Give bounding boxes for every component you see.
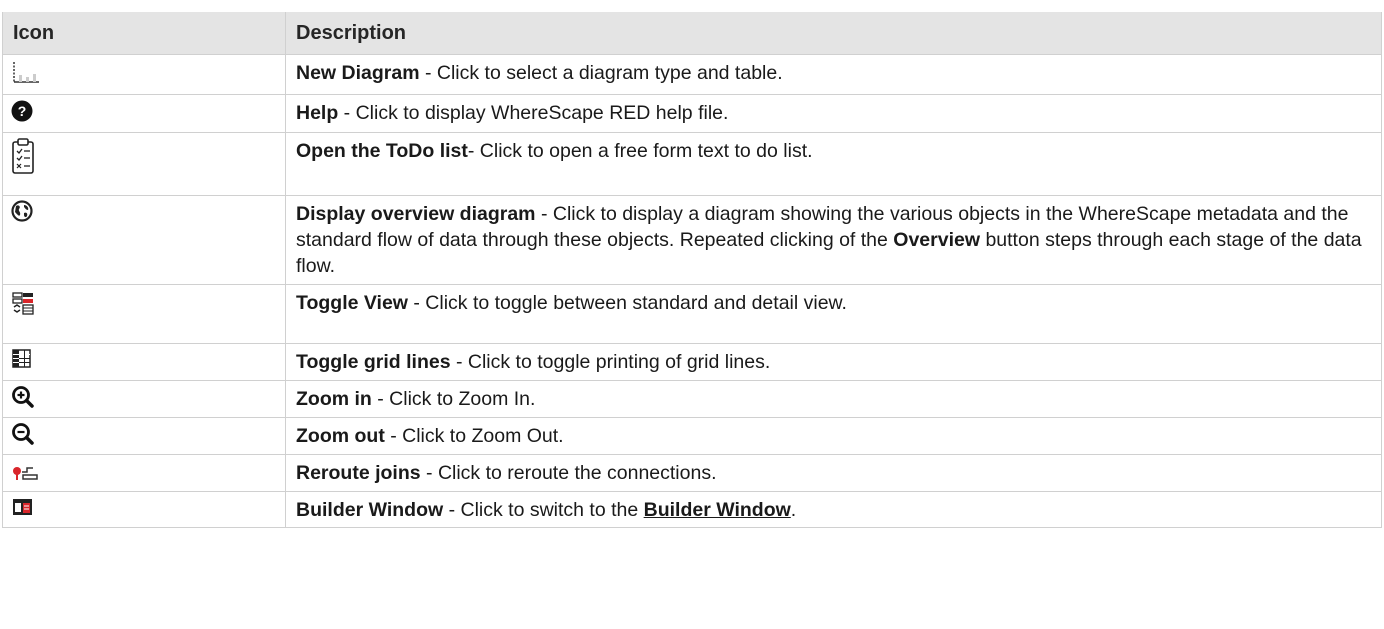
row-text-2: . bbox=[790, 499, 797, 521]
row-title: Help bbox=[296, 102, 339, 124]
row-text: - Click to Zoom In. bbox=[371, 388, 536, 410]
table-row: Reroute joins - Click to reroute the con… bbox=[2, 454, 1382, 492]
grid-lines-icon[interactable] bbox=[11, 348, 33, 370]
row-title: Zoom out bbox=[296, 425, 385, 447]
table-row: Zoom in - Click to Zoom In. bbox=[2, 380, 1382, 418]
globe-icon[interactable] bbox=[11, 200, 35, 224]
row-text: - Click to toggle between standard and d… bbox=[407, 292, 847, 314]
svg-text:?: ? bbox=[18, 103, 27, 119]
row-text: - Click to reroute the connections. bbox=[420, 462, 717, 484]
row-text: - Click to open a free form text to do l… bbox=[467, 140, 813, 162]
table-row: Builder Window - Click to switch to the … bbox=[2, 491, 1382, 528]
table-row: Display overview diagram - Click to disp… bbox=[2, 195, 1382, 285]
zoom-out-icon[interactable] bbox=[11, 422, 35, 446]
row-text: - Click to toggle printing of grid lines… bbox=[450, 351, 771, 373]
help-icon[interactable]: ? bbox=[11, 99, 37, 125]
builder-window-link[interactable]: Builder Window bbox=[644, 499, 791, 521]
table-row: Open the ToDo list- Click to open a free… bbox=[2, 132, 1382, 196]
row-title: Display overview diagram bbox=[296, 203, 536, 225]
row-title: Toggle grid lines bbox=[296, 351, 451, 373]
row-title: Toggle View bbox=[296, 292, 408, 314]
builder-window-icon[interactable] bbox=[11, 496, 35, 518]
row-text: - Click to select a diagram type and tab… bbox=[419, 62, 783, 84]
table-row: Toggle View - Click to toggle between st… bbox=[2, 284, 1382, 344]
zoom-in-icon[interactable] bbox=[11, 385, 35, 409]
table-row: New Diagram - Click to select a diagram … bbox=[2, 54, 1382, 95]
table-row: Zoom out - Click to Zoom Out. bbox=[2, 417, 1382, 455]
row-title: Zoom in bbox=[296, 388, 372, 410]
header-description: Description bbox=[285, 12, 1382, 55]
row-title: New Diagram bbox=[296, 62, 420, 84]
row-text: - Click to switch to the bbox=[443, 499, 644, 521]
new-diagram-icon[interactable] bbox=[11, 59, 41, 85]
row-text: - Click to Zoom Out. bbox=[384, 425, 564, 447]
todo-list-icon[interactable] bbox=[11, 137, 37, 177]
table-row: ? Help - Click to display WhereScape RED… bbox=[2, 94, 1382, 133]
row-title: Open the ToDo list bbox=[296, 140, 468, 162]
header-row: Icon Description bbox=[2, 12, 1382, 55]
row-title: Reroute joins bbox=[296, 462, 421, 484]
icon-description-table: Icon Description New Diagram - Click to … bbox=[2, 12, 1382, 528]
table-row: Toggle grid lines - Click to toggle prin… bbox=[2, 343, 1382, 381]
overview-bold: Overview bbox=[893, 229, 981, 251]
row-title: Builder Window bbox=[296, 499, 444, 521]
header-icon: Icon bbox=[2, 12, 286, 55]
row-text: - Click to display WhereScape RED help f… bbox=[338, 102, 729, 124]
toggle-view-icon[interactable] bbox=[11, 289, 37, 319]
reroute-joins-icon[interactable] bbox=[11, 459, 41, 483]
